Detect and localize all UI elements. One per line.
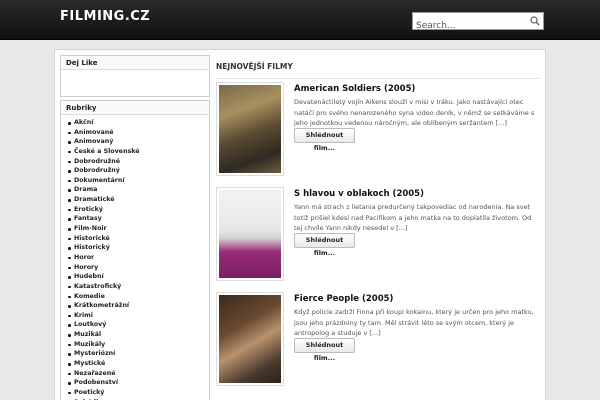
category-link[interactable]: Akční [68,118,209,128]
categories-widget-title: Rubriky [61,101,209,115]
category-link[interactable]: Dobrodružné [68,157,209,167]
film-title[interactable]: Fierce People (2005) [294,294,393,304]
film-poster-image[interactable] [219,295,281,383]
category-list: Akční Animované Animovaný České a Slovenské… [61,115,209,400]
category-link[interactable]: Historický [68,243,209,253]
categories-widget: Rubriky Akční Animované Animovaný České a S… [60,100,210,400]
category-link[interactable]: Hudební [68,272,209,282]
category-link[interactable]: Dobrodružný [68,166,209,176]
category-link[interactable]: Dokumentární [68,176,209,186]
category-link[interactable]: Poetický [68,388,209,398]
category-link[interactable]: Erotický [68,205,209,215]
film-item: American Soldiers (2005) Devatenáctiletý… [216,82,540,180]
search-input[interactable] [413,18,525,34]
category-link[interactable]: Animované [68,128,209,138]
category-link[interactable]: Loutkový [68,320,209,330]
watch-film-button[interactable]: Shlédnout film... [294,338,355,362]
category-link[interactable]: Komedie [68,292,209,302]
film-poster-image[interactable] [219,85,281,173]
film-title[interactable]: American Soldiers (2005) [294,84,415,94]
category-link[interactable]: Horory [68,263,209,273]
category-link[interactable]: Nezařazené [68,369,209,379]
watch-film-button[interactable]: Shlédnout film... [294,128,355,152]
category-link[interactable]: Krátkometrážní [68,301,209,311]
film-item: S hlavou v oblakoch (2005) Yann má strac… [216,187,540,285]
category-link[interactable]: Krimi [68,311,209,321]
category-link[interactable]: Historické [68,234,209,244]
site-logo[interactable]: FILMING.CZ [60,9,150,24]
film-description: Devatenáctiletý vojín Aikens slouží v mi… [294,98,535,127]
like-widget-title: Dej Like [61,56,209,70]
category-link[interactable]: Animovaný [68,137,209,147]
category-link[interactable]: Muzikál [68,330,209,340]
category-link[interactable]: Podobenství [68,378,209,388]
category-link[interactable]: Horor [68,253,209,263]
film-description: Když policie zadrží Finna při koupi koka… [294,308,534,337]
category-link[interactable]: Fantasy [68,214,209,224]
category-link[interactable]: Mysteriózní [68,349,209,359]
search-box[interactable] [412,12,544,34]
film-description: Yann má strach z lietania predurčený tak… [294,203,532,232]
category-link[interactable]: Muzikály [68,340,209,350]
film-thumbnail[interactable] [216,292,284,386]
film-thumbnail[interactable] [216,187,284,281]
like-widget: Dej Like [60,55,210,97]
watch-film-button[interactable]: Shlédnout film... [294,233,355,257]
site-header: FILMING.CZ [0,0,600,40]
film-item: Fierce People (2005) Když policie zadrží… [216,292,540,390]
section-title: NEJNOVĚJŠÍ FILMY [216,62,540,79]
category-link[interactable]: Katastrofický [68,282,209,292]
search-icon[interactable] [529,15,541,27]
film-thumbnail[interactable] [216,82,284,176]
film-poster-image[interactable] [219,190,281,278]
category-link[interactable]: Film-Noir [68,224,209,234]
category-link[interactable]: České a Slovenské [68,147,209,157]
film-title[interactable]: S hlavou v oblakoch (2005) [294,189,424,199]
category-link[interactable]: Drama [68,185,209,195]
category-link[interactable]: Mystické [68,359,209,369]
category-link[interactable]: Dramatické [68,195,209,205]
